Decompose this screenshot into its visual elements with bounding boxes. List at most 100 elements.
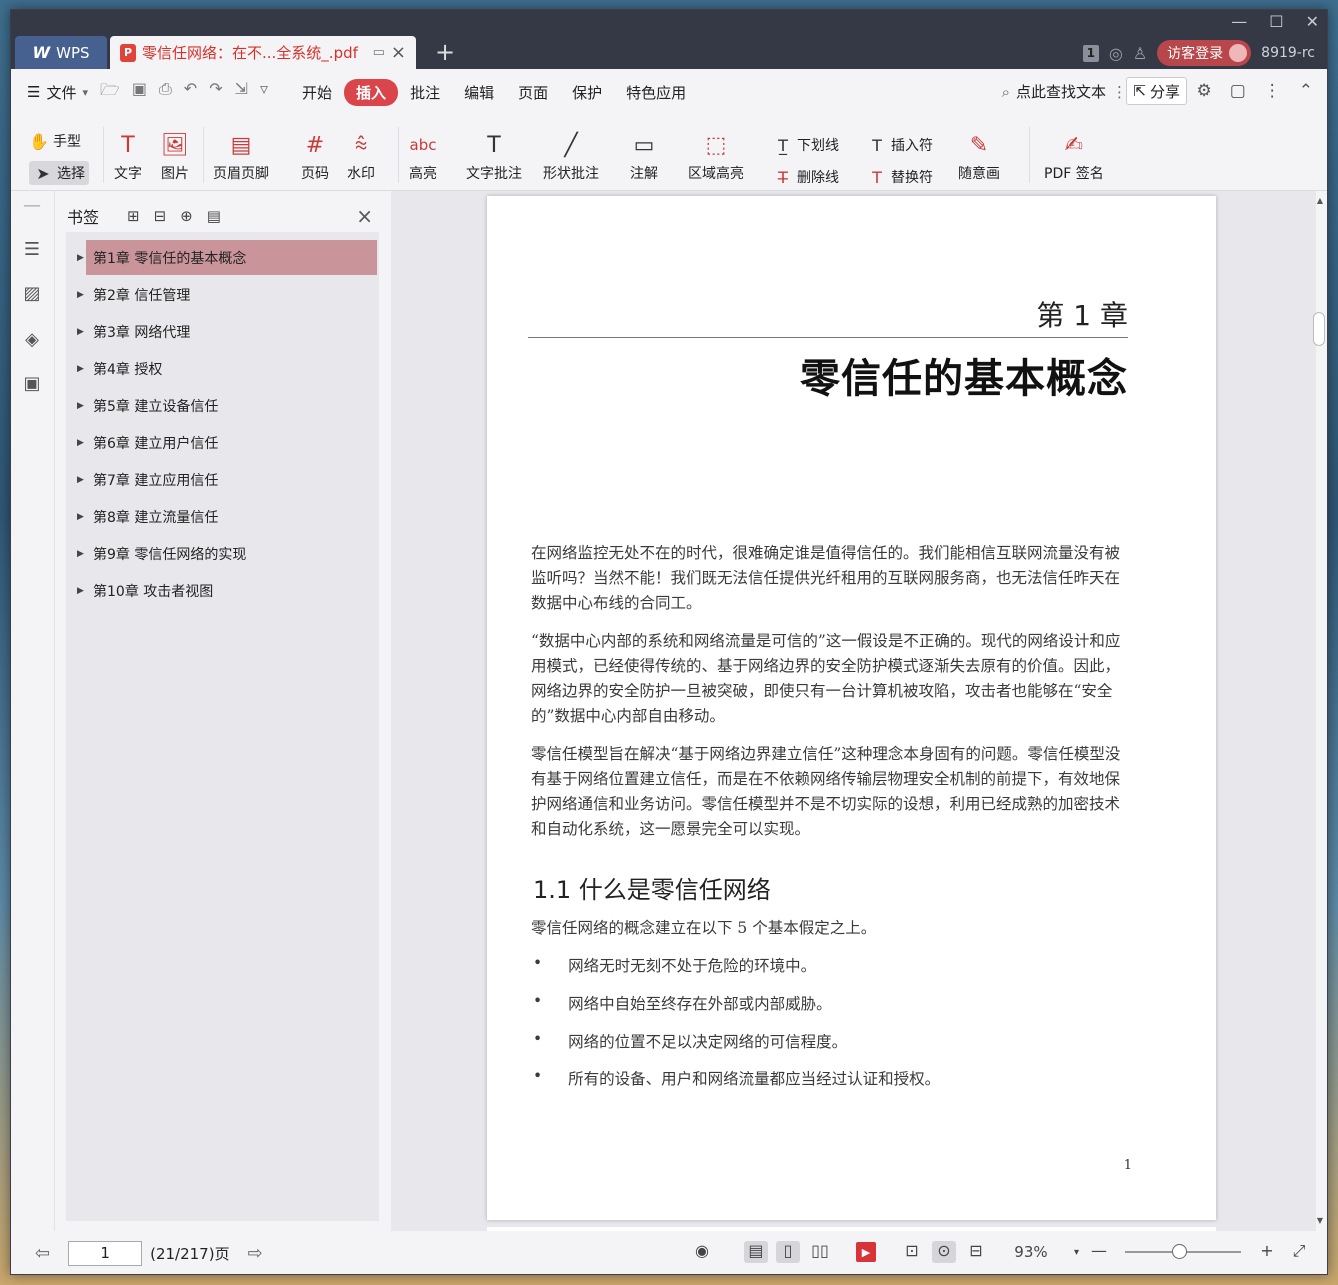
page-number-button[interactable]: # 页码 xyxy=(301,127,329,183)
select-tool-button[interactable]: ➤ 选择 xyxy=(29,161,89,185)
area-highlight-button[interactable]: ⬚ 区域高亮 xyxy=(688,127,744,183)
collapse-ribbon-icon[interactable]: ⌃ xyxy=(1299,81,1313,101)
tab-comment[interactable]: 批注 xyxy=(398,79,452,106)
document-viewer[interactable]: 第 1 章 零信任的基本概念 在网络监控无处不在的时代，很难确定谁是值得信任的。… xyxy=(391,191,1316,1231)
single-page-icon[interactable]: ▯ xyxy=(775,1241,800,1263)
export-icon[interactable]: ⇲ xyxy=(235,79,248,106)
expand-arrow-icon[interactable]: ▶ xyxy=(77,364,89,374)
expand-arrow-icon[interactable]: ▶ xyxy=(77,253,89,263)
freehand-button[interactable]: ✎ 随意画 xyxy=(958,127,1000,183)
underline-button[interactable]: T̲ 下划线 xyxy=(773,135,839,155)
bookmark-item[interactable]: ▶ 第5章 建立设备信任 xyxy=(66,387,379,424)
expand-arrow-icon[interactable]: ▶ xyxy=(77,586,89,596)
prev-page-icon[interactable]: ⇦ xyxy=(35,1243,50,1264)
expand-arrow-icon[interactable]: ▶ xyxy=(77,475,89,485)
add-bookmark-icon[interactable]: ⊕ xyxy=(180,207,193,225)
more-dropdown-icon[interactable]: ▿ xyxy=(260,79,268,106)
tab-protect[interactable]: 保护 xyxy=(560,79,614,106)
expand-arrow-icon[interactable]: ▶ xyxy=(77,401,89,411)
shape-comment-button[interactable]: ╱ 形状批注 xyxy=(543,127,599,183)
continuous-view-icon[interactable]: ▤ xyxy=(743,1241,768,1263)
close-panel-icon[interactable]: × xyxy=(356,204,373,228)
strikethrough-button[interactable]: T̶ 删除线 xyxy=(773,167,839,187)
file-menu[interactable]: ☰ 文件 ▾ xyxy=(27,82,88,103)
bookmark-item[interactable]: ▶ 第1章 零信任的基本概念 xyxy=(66,239,379,276)
zoom-out-icon[interactable]: — xyxy=(1087,1241,1111,1263)
scroll-down-icon[interactable]: ▼ xyxy=(1317,1216,1323,1225)
watermark-button[interactable]: ⩯ 水印 xyxy=(347,127,375,183)
zoom-in-icon[interactable]: + xyxy=(1255,1241,1279,1263)
minimize-icon[interactable]: — xyxy=(1231,12,1247,31)
redo-icon[interactable]: ↷ xyxy=(209,79,222,106)
window-count-badge[interactable]: 1 xyxy=(1082,44,1099,62)
fit-page-icon[interactable]: ⊙ xyxy=(931,1241,956,1263)
tab-start[interactable]: 开始 xyxy=(290,79,344,106)
collapse-all-icon[interactable]: ⊟ xyxy=(154,207,167,225)
bookmark-item[interactable]: ▶ 第3章 网络代理 xyxy=(66,313,379,350)
bookmark-item[interactable]: ▶ 第7章 建立应用信任 xyxy=(66,461,379,498)
print-icon[interactable]: ⎙ xyxy=(159,79,172,106)
double-page-icon[interactable]: ▯▯ xyxy=(808,1241,832,1263)
expand-arrow-icon[interactable]: ▶ xyxy=(77,327,89,337)
header-footer-button[interactable]: ▤ 页眉页脚 xyxy=(213,127,269,183)
hand-tool-button[interactable]: ✋ 手型 xyxy=(29,131,81,151)
highlight-button[interactable]: abc 高亮 xyxy=(409,127,437,183)
tab-special[interactable]: 特色应用 xyxy=(614,79,698,106)
expand-all-icon[interactable]: ⊞ xyxy=(127,207,140,225)
insert-image-button[interactable]: 🖼 图片 xyxy=(161,127,189,183)
eye-icon[interactable]: ◉ xyxy=(690,1241,714,1263)
next-page-icon[interactable]: ⇨ xyxy=(248,1243,263,1264)
fullscreen-icon[interactable]: ⤢ xyxy=(1287,1241,1311,1263)
comment-icon[interactable]: ▢ xyxy=(1230,81,1246,101)
zoom-slider[interactable] xyxy=(1125,1244,1241,1259)
bookmark-item[interactable]: ▶ 第10章 攻击者视图 xyxy=(66,572,379,609)
bookmark-item[interactable]: ▶ 第9章 零信任网络的实现 xyxy=(66,535,379,572)
share-button[interactable]: ⇱ 分享 xyxy=(1126,77,1187,105)
zoom-dropdown-icon[interactable]: ▾ xyxy=(1074,1247,1079,1258)
undo-icon[interactable]: ↶ xyxy=(184,79,197,106)
guest-login-button[interactable]: 访客登录 xyxy=(1157,40,1252,66)
tab-insert[interactable]: 插入 xyxy=(344,78,399,106)
close-tab-icon[interactable]: × xyxy=(391,42,406,63)
pdf-sign-button[interactable]: ✍ PDF 签名 xyxy=(1044,127,1104,183)
save-icon[interactable]: ▣ xyxy=(132,79,147,106)
maximize-icon[interactable]: ☐ xyxy=(1269,12,1283,31)
text-comment-button[interactable]: T 文字批注 xyxy=(466,127,522,183)
bookmark-list-icon[interactable]: ☰ xyxy=(21,239,43,261)
more-vertical-icon[interactable]: ⋮ xyxy=(1112,83,1127,101)
document-tab[interactable]: P 零信任网络：在不...全系统_.pdf ▭ × xyxy=(110,36,416,69)
sync-icon[interactable]: ◎ xyxy=(1109,44,1123,63)
bookmark-item[interactable]: ▶ 第6章 建立用户信任 xyxy=(66,424,379,461)
tab-page[interactable]: 页面 xyxy=(506,79,560,106)
bookmark-item[interactable]: ▶ 第8章 建立流量信任 xyxy=(66,498,379,535)
open-icon[interactable]: 🗁 xyxy=(100,79,120,106)
note-button[interactable]: ▭ 注解 xyxy=(630,127,658,183)
vertical-scrollbar-thumb[interactable] xyxy=(1313,312,1325,346)
expand-arrow-icon[interactable]: ▶ xyxy=(77,512,89,522)
fit-width-icon[interactable]: ⊟ xyxy=(964,1241,988,1263)
gear-icon[interactable]: ⚙ xyxy=(1196,81,1211,101)
bookmark-settings-icon[interactable]: ▤ xyxy=(207,207,221,225)
insert-mark-button[interactable]: T 插入符 xyxy=(867,135,933,155)
page-input[interactable]: 1 xyxy=(68,1241,143,1266)
close-window-icon[interactable]: ✕ xyxy=(1306,12,1319,31)
annotation-icon[interactable]: ◈ xyxy=(21,329,43,351)
thumbnail-icon[interactable]: ▨ xyxy=(21,283,43,305)
expand-arrow-icon[interactable]: ▶ xyxy=(77,438,89,448)
zoom-value[interactable]: 93% xyxy=(996,1243,1066,1261)
skin-icon[interactable]: ♙ xyxy=(1133,44,1147,63)
expand-arrow-icon[interactable]: ▶ xyxy=(77,290,89,300)
monitor-icon[interactable]: ▭ xyxy=(373,45,385,60)
expand-arrow-icon[interactable]: ▶ xyxy=(77,549,89,559)
replace-mark-button[interactable]: T 替换符 xyxy=(867,167,933,187)
bookmark-item[interactable]: ▶ 第2章 信任管理 xyxy=(66,276,379,313)
actual-size-icon[interactable]: ⊡ xyxy=(900,1241,924,1263)
more-icon[interactable]: ⋮ xyxy=(1264,81,1281,101)
bookmark-item[interactable]: ▶ 第4章 授权 xyxy=(66,350,379,387)
signature-panel-icon[interactable]: ▣ xyxy=(21,373,43,395)
zoom-slider-knob[interactable] xyxy=(1172,1244,1187,1259)
new-tab-button[interactable]: + xyxy=(435,38,455,66)
play-slideshow-icon[interactable]: ▶ xyxy=(855,1242,876,1262)
wps-home-tab[interactable]: W WPS xyxy=(15,36,107,69)
find-text[interactable]: ⌕ 点此查找文本 ⋮ xyxy=(1002,81,1127,102)
